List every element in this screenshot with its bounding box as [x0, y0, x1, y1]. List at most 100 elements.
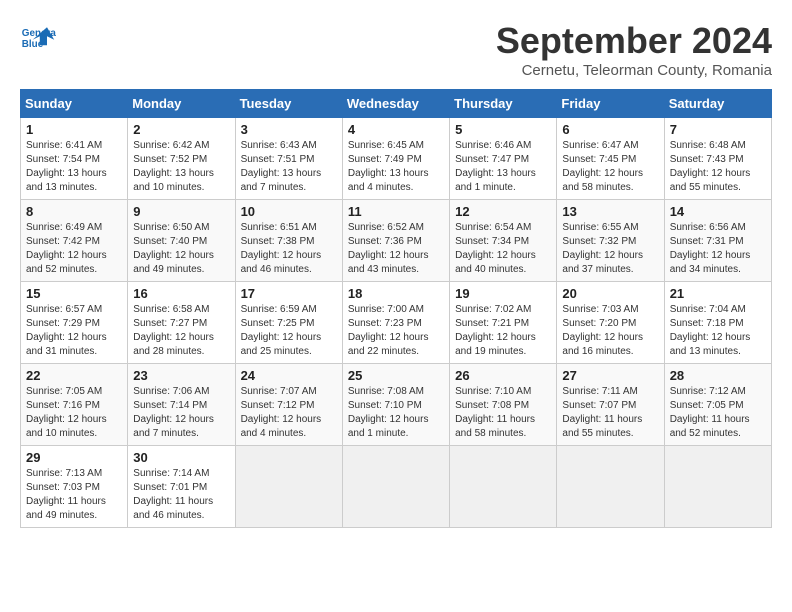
- day-number: 22: [26, 368, 122, 383]
- calendar-cell: 16 Sunrise: 6:58 AM Sunset: 7:27 PM Dayli…: [128, 282, 235, 364]
- day-info: Sunrise: 6:58 AM Sunset: 7:27 PM Dayligh…: [133, 303, 229, 359]
- day-number: 9: [133, 204, 229, 219]
- day-number: 12: [455, 204, 551, 219]
- calendar-cell: 3 Sunrise: 6:43 AM Sunset: 7:51 PM Daylig…: [235, 118, 342, 200]
- weekday-header: Sunday: [21, 90, 128, 118]
- calendar-cell: 9 Sunrise: 6:50 AM Sunset: 7:40 PM Daylig…: [128, 200, 235, 282]
- day-number: 18: [348, 286, 444, 301]
- weekday-header: Monday: [128, 90, 235, 118]
- day-number: 15: [26, 286, 122, 301]
- location: Cernetu, Teleorman County, Romania: [496, 62, 772, 79]
- calendar-cell: 20 Sunrise: 7:03 AM Sunset: 7:20 PM Dayli…: [557, 282, 664, 364]
- day-info: Sunrise: 6:54 AM Sunset: 7:34 PM Dayligh…: [455, 221, 551, 277]
- calendar-cell: 7Sunrise: 6:48 AM Sunset: 7:43 PM Daylig…: [664, 118, 771, 200]
- day-number: 19: [455, 286, 551, 301]
- day-number: 28: [670, 368, 766, 383]
- day-number: 17: [241, 286, 337, 301]
- day-info: Sunrise: 7:05 AM Sunset: 7:16 PM Dayligh…: [26, 385, 122, 441]
- calendar-cell: 23 Sunrise: 7:06 AM Sunset: 7:14 PM Dayli…: [128, 364, 235, 446]
- calendar-cell: [235, 446, 342, 528]
- day-info: Sunrise: 7:02 AM Sunset: 7:21 PM Dayligh…: [455, 303, 551, 359]
- calendar-cell: 21 Sunrise: 7:04 AM Sunset: 7:18 PM Dayli…: [664, 282, 771, 364]
- day-number: 21: [670, 286, 766, 301]
- calendar-cell: 26 Sunrise: 7:10 AM Sunset: 7:08 PM Dayli…: [450, 364, 557, 446]
- day-info: Sunrise: 6:51 AM Sunset: 7:38 PM Dayligh…: [241, 221, 337, 277]
- day-number: 6: [562, 122, 658, 137]
- calendar-cell: 12 Sunrise: 6:54 AM Sunset: 7:34 PM Dayli…: [450, 200, 557, 282]
- calendar-cell: 30Sunrise: 7:14 AM Sunset: 7:01 PM Dayli…: [128, 446, 235, 528]
- day-info: Sunrise: 6:49 AM Sunset: 7:42 PM Dayligh…: [26, 221, 122, 277]
- day-info: Sunrise: 7:00 AM Sunset: 7:23 PM Dayligh…: [348, 303, 444, 359]
- calendar-cell: 17 Sunrise: 6:59 AM Sunset: 7:25 PM Dayli…: [235, 282, 342, 364]
- day-number: 13: [562, 204, 658, 219]
- calendar-week-row: 8Sunrise: 6:49 AM Sunset: 7:42 PM Daylig…: [21, 200, 772, 282]
- calendar-cell: 15Sunrise: 6:57 AM Sunset: 7:29 PM Dayli…: [21, 282, 128, 364]
- calendar-cell: 4Sunrise: 6:45 AM Sunset: 7:49 PM Daylig…: [342, 118, 449, 200]
- day-number: 16: [133, 286, 229, 301]
- calendar-cell: 29Sunrise: 7:13 AM Sunset: 7:03 PM Dayli…: [21, 446, 128, 528]
- title-block: September 2024 Cernetu, Teleorman County…: [496, 20, 772, 79]
- day-info: Sunrise: 6:46 AM Sunset: 7:47 PM Dayligh…: [455, 139, 551, 195]
- calendar-week-row: 22 Sunrise: 7:05 AM Sunset: 7:16 PM Dayli…: [21, 364, 772, 446]
- day-number: 1: [26, 122, 122, 137]
- calendar-cell: 10 Sunrise: 6:51 AM Sunset: 7:38 PM Dayli…: [235, 200, 342, 282]
- calendar-cell: 18 Sunrise: 7:00 AM Sunset: 7:23 PM Dayli…: [342, 282, 449, 364]
- day-number: 10: [241, 204, 337, 219]
- day-number: 20: [562, 286, 658, 301]
- calendar-cell: [664, 446, 771, 528]
- weekday-header: Friday: [557, 90, 664, 118]
- day-number: 24: [241, 368, 337, 383]
- weekday-header: Tuesday: [235, 90, 342, 118]
- weekday-header: Thursday: [450, 90, 557, 118]
- day-info: Sunrise: 7:04 AM Sunset: 7:18 PM Dayligh…: [670, 303, 766, 359]
- calendar-week-row: 15Sunrise: 6:57 AM Sunset: 7:29 PM Dayli…: [21, 282, 772, 364]
- calendar-week-row: 1 Sunrise: 6:41 AM Sunset: 7:54 PM Daylig…: [21, 118, 772, 200]
- day-info: Sunrise: 6:50 AM Sunset: 7:40 PM Dayligh…: [133, 221, 229, 277]
- weekday-header: Wednesday: [342, 90, 449, 118]
- calendar-cell: 5 Sunrise: 6:46 AM Sunset: 7:47 PM Daylig…: [450, 118, 557, 200]
- day-info: Sunrise: 6:43 AM Sunset: 7:51 PM Dayligh…: [241, 139, 337, 195]
- day-info: Sunrise: 7:03 AM Sunset: 7:20 PM Dayligh…: [562, 303, 658, 359]
- calendar-week-row: 29Sunrise: 7:13 AM Sunset: 7:03 PM Dayli…: [21, 446, 772, 528]
- calendar-cell: [342, 446, 449, 528]
- day-info: Sunrise: 6:56 AM Sunset: 7:31 PM Dayligh…: [670, 221, 766, 277]
- calendar-cell: 14 Sunrise: 6:56 AM Sunset: 7:31 PM Dayli…: [664, 200, 771, 282]
- day-info: Sunrise: 7:11 AM Sunset: 7:07 PM Dayligh…: [562, 385, 658, 441]
- day-number: 26: [455, 368, 551, 383]
- day-number: 14: [670, 204, 766, 219]
- day-info: Sunrise: 6:55 AM Sunset: 7:32 PM Dayligh…: [562, 221, 658, 277]
- day-info: Sunrise: 6:45 AM Sunset: 7:49 PM Dayligh…: [348, 139, 444, 195]
- day-info: Sunrise: 7:12 AM Sunset: 7:05 PM Dayligh…: [670, 385, 766, 441]
- calendar-cell: 11 Sunrise: 6:52 AM Sunset: 7:36 PM Dayli…: [342, 200, 449, 282]
- day-number: 11: [348, 204, 444, 219]
- calendar-cell: 6 Sunrise: 6:47 AM Sunset: 7:45 PM Daylig…: [557, 118, 664, 200]
- day-info: Sunrise: 6:41 AM Sunset: 7:54 PM Dayligh…: [26, 139, 122, 195]
- day-info: Sunrise: 7:08 AM Sunset: 7:10 PM Dayligh…: [348, 385, 444, 441]
- calendar-cell: 28 Sunrise: 7:12 AM Sunset: 7:05 PM Dayli…: [664, 364, 771, 446]
- day-info: Sunrise: 6:59 AM Sunset: 7:25 PM Dayligh…: [241, 303, 337, 359]
- day-info: Sunrise: 6:42 AM Sunset: 7:52 PM Dayligh…: [133, 139, 229, 195]
- day-number: 5: [455, 122, 551, 137]
- calendar-cell: 24Sunrise: 7:07 AM Sunset: 7:12 PM Dayli…: [235, 364, 342, 446]
- day-info: Sunrise: 6:48 AM Sunset: 7:43 PM Dayligh…: [670, 139, 766, 195]
- day-number: 27: [562, 368, 658, 383]
- day-info: Sunrise: 7:13 AM Sunset: 7:03 PM Dayligh…: [26, 467, 122, 523]
- calendar-cell: 22 Sunrise: 7:05 AM Sunset: 7:16 PM Dayli…: [21, 364, 128, 446]
- weekday-header: Saturday: [664, 90, 771, 118]
- day-info: Sunrise: 7:10 AM Sunset: 7:08 PM Dayligh…: [455, 385, 551, 441]
- calendar-cell: 8Sunrise: 6:49 AM Sunset: 7:42 PM Daylig…: [21, 200, 128, 282]
- page-header: General Blue September 2024 Cernetu, Tel…: [20, 20, 772, 79]
- day-number: 25: [348, 368, 444, 383]
- calendar-cell: 19 Sunrise: 7:02 AM Sunset: 7:21 PM Dayli…: [450, 282, 557, 364]
- logo-icon: General Blue: [20, 20, 56, 56]
- day-info: Sunrise: 7:06 AM Sunset: 7:14 PM Dayligh…: [133, 385, 229, 441]
- calendar-cell: 25 Sunrise: 7:08 AM Sunset: 7:10 PM Dayli…: [342, 364, 449, 446]
- calendar-table: SundayMondayTuesdayWednesdayThursdayFrid…: [20, 89, 772, 528]
- calendar-cell: 13 Sunrise: 6:55 AM Sunset: 7:32 PM Dayli…: [557, 200, 664, 282]
- day-number: 23: [133, 368, 229, 383]
- day-info: Sunrise: 6:52 AM Sunset: 7:36 PM Dayligh…: [348, 221, 444, 277]
- day-number: 3: [241, 122, 337, 137]
- calendar-cell: [557, 446, 664, 528]
- day-info: Sunrise: 6:47 AM Sunset: 7:45 PM Dayligh…: [562, 139, 658, 195]
- day-number: 2: [133, 122, 229, 137]
